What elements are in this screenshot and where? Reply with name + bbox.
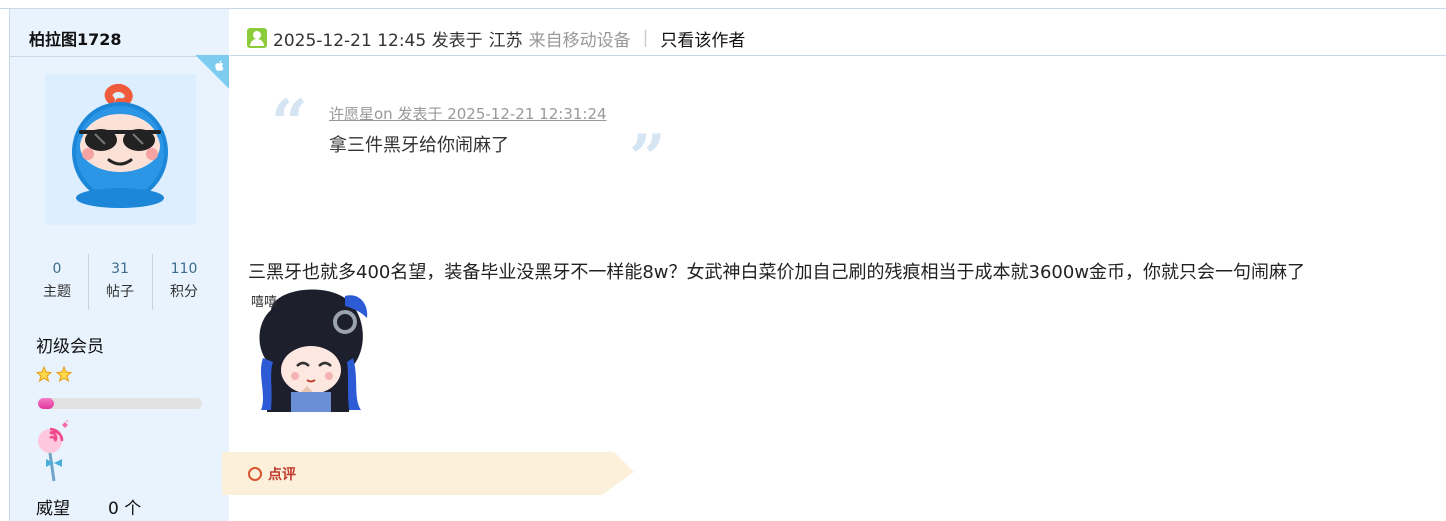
author-stats: 0 主题 31 帖子 110 积分 bbox=[26, 254, 216, 310]
post-location: 江苏 bbox=[488, 30, 523, 51]
quote-source-link[interactable]: 许愿星on 发表于 2025-12-21 12:31:24 bbox=[329, 103, 607, 124]
sticker-caption: 嘻嘻 bbox=[251, 295, 277, 310]
post-time: 2025-12-21 12:45 发表于 bbox=[273, 30, 483, 51]
stat-posts-value: 31 bbox=[111, 261, 129, 277]
stat-threads-label: 主题 bbox=[43, 284, 71, 300]
user-icon bbox=[247, 28, 267, 48]
post-device: 来自移动设备 bbox=[528, 30, 631, 51]
stat-credits[interactable]: 110 积分 bbox=[153, 254, 215, 302]
header-divider bbox=[230, 55, 1446, 56]
author-sidebar: 柏拉图1728 0 主题 31 帖子 110 积分 初级会员 威望 0 个 bbox=[9, 9, 229, 521]
author-avatar[interactable] bbox=[45, 74, 196, 225]
comment-button[interactable]: 点评 bbox=[268, 464, 296, 484]
forum-post-page: 柏拉图1728 0 主题 31 帖子 110 积分 初级会员 威望 0 个 20… bbox=[0, 0, 1446, 521]
platform-badge bbox=[195, 55, 229, 89]
quote-close-icon: ” bbox=[629, 121, 666, 196]
stat-credits-label: 积分 bbox=[170, 284, 198, 300]
post-meta-bar: 2025-12-21 12:45 发表于 江苏 来自移动设备 | 只看该作者 bbox=[247, 26, 745, 51]
star-icon bbox=[35, 365, 53, 383]
quote-text: 拿三件黑牙给你闹麻了 bbox=[329, 135, 509, 156]
author-username-link[interactable]: 柏拉图1728 bbox=[29, 26, 122, 50]
prestige-value: 0 个 bbox=[108, 499, 142, 519]
rank-stars bbox=[35, 365, 76, 385]
quote-open-icon: “ bbox=[271, 86, 308, 161]
stat-credits-value: 110 bbox=[170, 261, 198, 277]
lollipop-medal-icon[interactable] bbox=[34, 419, 74, 484]
prestige-label: 威望 bbox=[36, 499, 70, 519]
stat-threads[interactable]: 0 主题 bbox=[26, 254, 88, 302]
stat-threads-value: 0 bbox=[52, 261, 62, 277]
stat-posts[interactable]: 31 帖子 bbox=[89, 254, 151, 302]
stat-posts-label: 帖子 bbox=[106, 284, 134, 300]
author-rank[interactable]: 初级会员 bbox=[36, 332, 104, 357]
username-bar: 柏拉图1728 bbox=[10, 9, 229, 57]
level-progress-bar bbox=[38, 398, 202, 409]
separator: | bbox=[642, 28, 649, 48]
star-icon bbox=[55, 365, 73, 383]
post-body: 三黑牙也就多400名望，装备毕业没黑牙不一样能8w？女武神白菜价加自己刷的残痕相… bbox=[248, 262, 1306, 283]
sticker-image: 嘻嘻 bbox=[249, 288, 373, 412]
apple-icon bbox=[213, 59, 226, 72]
level-progress-fill bbox=[38, 398, 55, 409]
only-author-link[interactable]: 只看该作者 bbox=[660, 26, 745, 51]
circle-icon bbox=[248, 467, 262, 481]
